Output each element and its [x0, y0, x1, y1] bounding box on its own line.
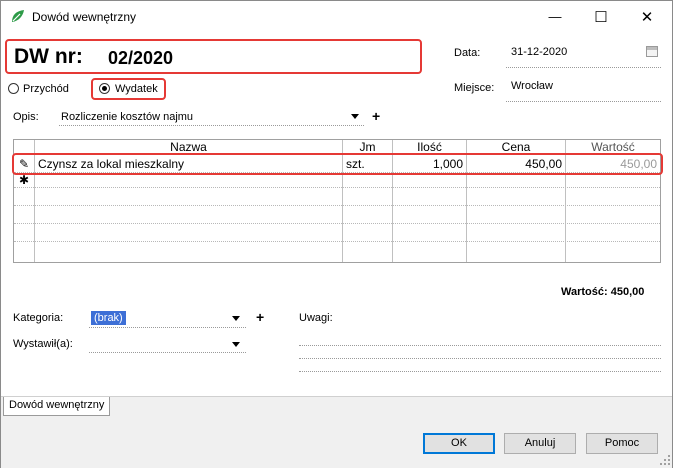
- empty-cell: [343, 242, 393, 262]
- empty-cell: [14, 242, 35, 262]
- description-dropdown-icon[interactable]: [351, 114, 359, 119]
- empty-cell: [566, 242, 660, 262]
- empty-cell: [393, 188, 467, 206]
- category-field[interactable]: (brak): [91, 311, 126, 325]
- table-new-row[interactable]: ✱: [14, 173, 660, 188]
- empty-cell: [14, 206, 35, 224]
- table-empty-row: [14, 224, 660, 242]
- empty-cell: [343, 188, 393, 206]
- window-title: Dowód wewnętrzny: [32, 10, 137, 24]
- empty-cell: [343, 224, 393, 242]
- empty-cell: [393, 242, 467, 262]
- empty-cell: [343, 206, 393, 224]
- maximize-icon: ☐: [594, 8, 608, 26]
- description-add-icon[interactable]: +: [372, 109, 380, 123]
- app-icon: [12, 10, 24, 22]
- table-empty-row: [14, 242, 660, 262]
- empty-cell: [35, 206, 343, 224]
- empty-cell: [393, 206, 467, 224]
- description-label: Opis:: [13, 111, 39, 123]
- date-label: Data:: [454, 47, 481, 59]
- empty-cell: [14, 188, 35, 206]
- income-radio-label[interactable]: Przychód: [23, 83, 69, 95]
- empty-cell[interactable]: [343, 173, 393, 188]
- place-label: Miejsce:: [454, 82, 495, 94]
- notes-line: [299, 345, 661, 346]
- issuer-dropdown-icon[interactable]: [232, 342, 240, 347]
- date-field-underline: [506, 67, 661, 68]
- close-icon: ✕: [640, 8, 654, 26]
- place-field[interactable]: Wrocław: [511, 80, 553, 92]
- empty-cell: [35, 224, 343, 242]
- cancel-button[interactable]: Anuluj: [504, 433, 576, 454]
- category-add-icon[interactable]: +: [256, 310, 264, 324]
- empty-cell: [467, 242, 566, 262]
- expense-radio[interactable]: [99, 83, 110, 94]
- empty-cell[interactable]: [467, 173, 566, 188]
- notes-field[interactable]: [299, 331, 661, 373]
- category-underline: [89, 327, 246, 328]
- title-bar[interactable]: Dowód wewnętrzny — ☐ ✕: [1, 1, 672, 32]
- place-field-underline: [506, 101, 661, 102]
- tab-document[interactable]: Dowód wewnętrzny: [3, 397, 111, 416]
- empty-cell: [467, 224, 566, 242]
- income-radio[interactable]: [8, 83, 19, 94]
- description-field[interactable]: Rozliczenie kosztów najmu: [61, 111, 193, 123]
- empty-cell: [35, 242, 343, 262]
- dw-number-field[interactable]: 02/2020: [108, 48, 173, 69]
- row-highlight: [12, 153, 663, 175]
- empty-cell[interactable]: [393, 173, 467, 188]
- help-button[interactable]: Pomoc: [586, 433, 658, 454]
- category-dropdown-icon[interactable]: [232, 316, 240, 321]
- minimize-icon: —: [548, 9, 562, 24]
- notes-line: [299, 371, 661, 372]
- issuer-label: Wystawił(a):: [13, 338, 73, 350]
- empty-cell[interactable]: [566, 173, 660, 188]
- notes-label: Uwagi:: [299, 312, 333, 324]
- empty-cell: [566, 224, 660, 242]
- empty-cell: [467, 206, 566, 224]
- total-value: Wartość: 450,00: [561, 286, 645, 298]
- resize-grip-icon[interactable]: [660, 455, 670, 465]
- maximize-button[interactable]: ☐: [578, 1, 624, 32]
- empty-cell: [566, 206, 660, 224]
- empty-cell: [467, 188, 566, 206]
- empty-cell[interactable]: [35, 173, 343, 188]
- empty-cell: [393, 224, 467, 242]
- description-underline: [59, 125, 364, 126]
- dw-number-label: DW nr:: [14, 45, 83, 68]
- minimize-button[interactable]: —: [532, 1, 578, 32]
- close-button[interactable]: ✕: [624, 1, 670, 32]
- date-field[interactable]: 31-12-2020: [511, 46, 567, 58]
- new-row-icon: ✱: [14, 173, 35, 188]
- dialog-window: Dowód wewnętrzny — ☐ ✕ DW nr: 02/2020 Da…: [0, 0, 673, 468]
- empty-cell: [14, 224, 35, 242]
- empty-cell: [35, 188, 343, 206]
- table-empty-row: [14, 206, 660, 224]
- table-empty-row: [14, 188, 660, 206]
- category-label: Kategoria:: [13, 312, 64, 324]
- issuer-underline: [89, 352, 246, 353]
- notes-line: [299, 358, 661, 359]
- ok-button[interactable]: OK: [423, 433, 495, 454]
- empty-cell: [566, 188, 660, 206]
- calendar-icon[interactable]: [646, 46, 658, 57]
- expense-radio-label[interactable]: Wydatek: [115, 83, 158, 95]
